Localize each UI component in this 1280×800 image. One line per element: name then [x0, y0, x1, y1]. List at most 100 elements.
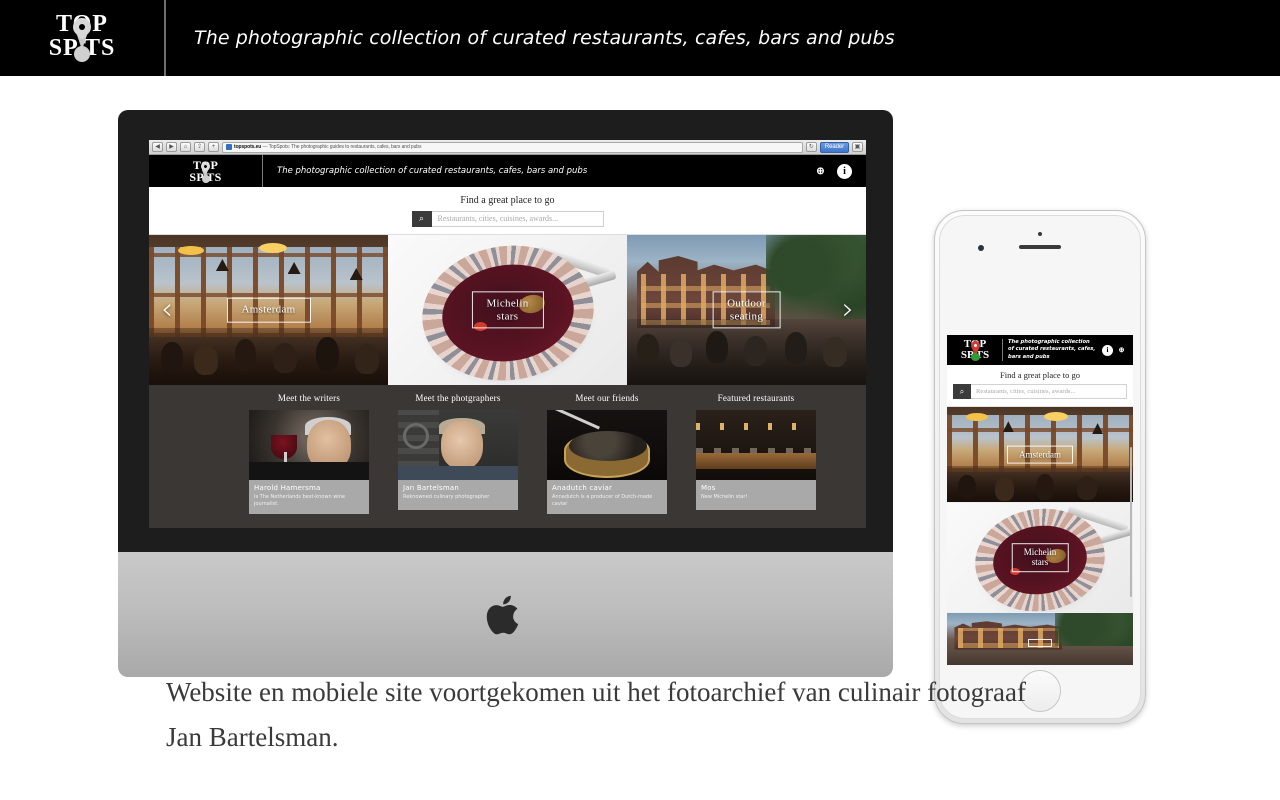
earpiece-speaker — [1019, 245, 1061, 249]
card-subtitle: Reknowned culinary photographer — [403, 494, 490, 500]
favicon — [226, 144, 232, 150]
person-silhouette — [316, 337, 340, 372]
person-silhouette — [1036, 473, 1055, 500]
person-silhouette — [995, 476, 1015, 501]
spoon-icon — [547, 410, 600, 430]
reload-icon[interactable]: ↻ — [805, 142, 817, 152]
map-pin-base-icon — [971, 353, 980, 361]
carousel-prev-button[interactable]: ‹ — [161, 295, 173, 325]
globe-icon[interactable]: ⊕ — [1116, 345, 1127, 356]
diners-silhouettes — [149, 328, 388, 385]
site-header-icons: ⊕ i — [813, 163, 852, 179]
mobile-tile[interactable]: Amsterdam — [947, 407, 1133, 503]
search-input[interactable]: Restaurants, cities, cuisines, awards... — [431, 210, 604, 227]
mobile-site-header: TOP SP TS The photographic collection of… — [947, 335, 1133, 365]
carousel-tile[interactable]: Michelin stars — [388, 235, 627, 385]
card-title: Harold Hamersma — [254, 484, 321, 492]
search-icon[interactable]: ⌕ — [411, 210, 432, 227]
brand-logo[interactable]: TOP SP TS — [0, 0, 166, 76]
iphone-screen: TOP SP TS The photographic collection of… — [947, 335, 1133, 665]
url-text: topspots.eu — TopSpots: The photographic… — [234, 144, 421, 150]
card-caption: Anadutch caviar Annadutch is a producer … — [547, 480, 667, 514]
front-camera — [978, 245, 984, 251]
home-icon[interactable]: ⌂ — [180, 142, 191, 152]
person-silhouette — [705, 330, 728, 363]
site-header: TOP SP TS The photographic collection of… — [149, 155, 866, 187]
info-icon[interactable]: i — [1102, 344, 1113, 356]
featured-card[interactable]: Meet the photgraphers Jan Bartelsman Rek… — [398, 393, 518, 514]
mobile-site-logo[interactable]: TOP SP TS — [953, 338, 997, 362]
url-domain: topspots.eu — [234, 144, 262, 150]
url-page-title: — TopSpots: The photographic guides to r… — [261, 144, 422, 150]
carousel-tile[interactable]: › Outdoor seating — [627, 235, 866, 385]
shirt — [398, 466, 518, 480]
globe-icon[interactable]: ⊕ — [813, 164, 828, 179]
imac-mockup: ◀ ▶ ⌂ ⇪ + topspots.eu — TopSpots: The ph… — [118, 110, 893, 677]
card-heading: Meet our friends — [575, 393, 639, 403]
show-tabs-icon[interactable]: ▣ — [852, 142, 863, 152]
mobile-search-section: Find a great place to go ⌕ Restaurants, … — [947, 365, 1133, 407]
info-icon[interactable]: i — [837, 163, 852, 179]
card-title: Jan Bartelsman — [403, 484, 459, 492]
mobile-search-heading: Find a great place to go — [999, 370, 1080, 380]
hero-carousel: ‹ Amsterdam Michelin stars › Outdoor sea… — [149, 235, 866, 385]
featured-card[interactable]: Featured restaurants Mos New Michelin st… — [696, 393, 816, 514]
forward-button[interactable]: ▶ — [166, 142, 177, 152]
add-tab-button[interactable]: + — [208, 142, 219, 152]
topspots-logo-mark: TOP SP TS — [32, 10, 132, 66]
brand-tagline: The photographic collection of curated r… — [194, 27, 895, 49]
mobile-tile-label — [1028, 638, 1052, 647]
mobile-header-tagline: The photographic collection of curated r… — [1008, 338, 1096, 360]
person-silhouette — [822, 337, 847, 368]
ceiling-lamps — [696, 422, 816, 430]
reader-button[interactable]: Reader — [819, 141, 849, 153]
caviar-eggs — [568, 431, 647, 461]
browser-toolbar: ◀ ▶ ⌂ ⇪ + topspots.eu — TopSpots: The ph… — [149, 140, 866, 155]
featured-card[interactable]: Meet the writers Harold Hamersma Is The … — [249, 393, 369, 514]
imac-chin — [118, 552, 893, 677]
suit — [249, 461, 369, 480]
card-photo-restaurant — [696, 410, 816, 480]
card-subtitle: New Michelin star! — [701, 494, 748, 500]
card-subtitle: Annadutch is a producer of Dutch-made ca… — [552, 494, 653, 507]
person-silhouette — [235, 339, 257, 372]
presentation-stage: ◀ ▶ ⌂ ⇪ + topspots.eu — TopSpots: The ph… — [0, 76, 1280, 800]
mobile-search-input[interactable]: Restaurants, cities, cuisines, awards... — [971, 384, 1127, 399]
card-title: Mos — [701, 484, 716, 492]
card-photo-photographer — [398, 410, 518, 480]
mobile-search-box[interactable]: ⌕ Restaurants, cities, cuisines, awards.… — [953, 384, 1127, 399]
featured-section: Meet the writers Harold Hamersma Is The … — [149, 385, 866, 528]
diners-silhouettes — [947, 465, 1133, 502]
mobile-header-icons: i ⊕ — [1102, 344, 1127, 356]
featured-card[interactable]: Meet our friends Anadutch caviar Annadut… — [547, 393, 667, 514]
mobile-tile[interactable] — [947, 613, 1133, 665]
address-bar[interactable]: topspots.eu — TopSpots: The photographic… — [222, 141, 803, 153]
card-caption: Jan Bartelsman Reknowned culinary photog… — [398, 480, 518, 510]
pendant-lamp-icon — [258, 242, 287, 253]
carousel-tile-label: Amsterdam — [226, 297, 311, 323]
map-pin-base-icon — [201, 175, 210, 183]
pendant-lamp-icon — [177, 245, 204, 255]
header-divider — [1002, 339, 1003, 361]
card-photo-caviar — [547, 410, 667, 480]
card-photo-writer — [249, 410, 369, 480]
carousel-tile[interactable]: ‹ Amsterdam — [149, 235, 388, 385]
site-logo[interactable]: TOP SP TS — [149, 155, 263, 187]
card-heading: Featured restaurants — [717, 393, 795, 403]
share-icon[interactable]: ⇪ — [194, 142, 205, 152]
search-icon[interactable]: ⌕ — [953, 384, 971, 399]
pendant-lamp-icon — [1043, 411, 1068, 421]
pendant-lamp-icon — [965, 412, 988, 421]
site-logo-mark: TOP SP TS — [182, 158, 230, 184]
featured-cards: Meet the writers Harold Hamersma Is The … — [149, 393, 866, 514]
window-wall — [149, 247, 388, 337]
carousel-tile-label: Outdoor seating — [712, 291, 781, 329]
map-pin-base-icon — [74, 46, 90, 62]
site-brand-bar: TOP SP TS The photographic collection of… — [0, 0, 1280, 76]
search-box[interactable]: ⌕ Restaurants, cities, cuisines, awards.… — [411, 210, 604, 227]
mobile-tile-label: Michelin stars — [1011, 542, 1069, 573]
carousel-next-button[interactable]: › — [842, 295, 854, 325]
mobile-scrollbar[interactable] — [1130, 447, 1132, 597]
mobile-tile[interactable]: Michelin stars — [947, 503, 1133, 613]
back-button[interactable]: ◀ — [152, 142, 163, 152]
